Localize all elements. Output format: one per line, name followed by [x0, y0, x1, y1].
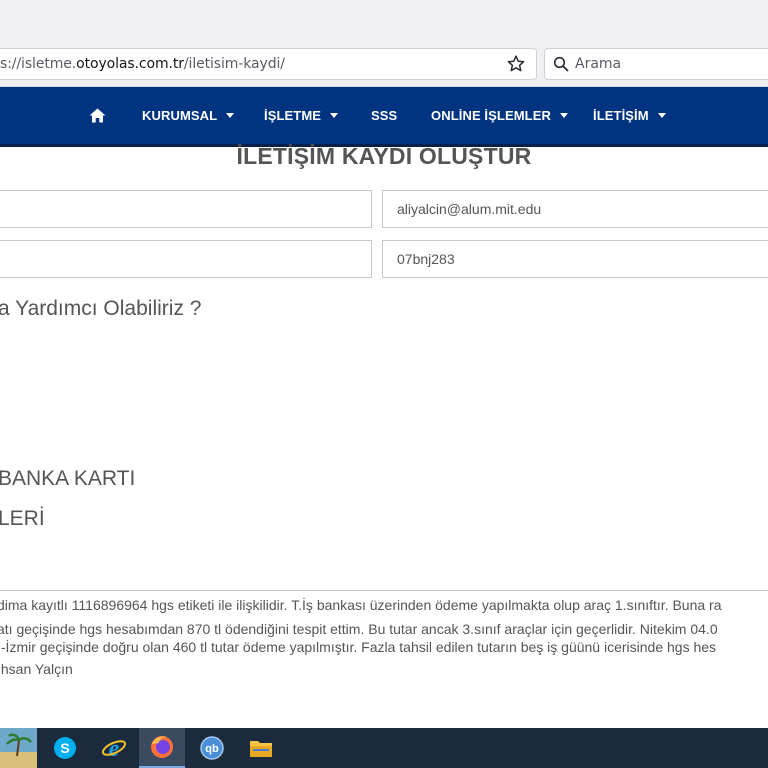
- bookmark-star-icon[interactable]: [506, 54, 526, 74]
- firefox-icon[interactable]: [139, 728, 185, 768]
- search-bar[interactable]: Arama: [544, 48, 768, 80]
- nav-iletisim[interactable]: İLETİŞİM: [593, 87, 666, 144]
- name-field[interactable]: [0, 190, 372, 228]
- nav-iletisim-label: İLETİŞİM: [593, 108, 649, 123]
- chevron-down-icon: [657, 113, 666, 118]
- message-line: atı geçişinde hgs hesabımdan 870 tl öden…: [0, 621, 718, 637]
- nav-online-islemler[interactable]: ONLİNE İŞLEMLER: [431, 87, 568, 144]
- qbittorrent-icon[interactable]: qb: [189, 728, 235, 768]
- option-leri[interactable]: LERİ: [0, 507, 45, 531]
- phone-field[interactable]: [0, 240, 372, 278]
- svg-text:e: e: [109, 736, 120, 761]
- url-text: s://isletme.otoyolas.com.tr/iletisim-kay…: [0, 56, 285, 72]
- chevron-down-icon: [226, 113, 235, 118]
- browser-toolbar: s://isletme.otoyolas.com.tr/iletisim-kay…: [0, 44, 768, 87]
- email-value: aliyalcin@alum.mit.edu: [397, 201, 542, 217]
- internet-explorer-icon[interactable]: e: [91, 728, 137, 768]
- search-icon: [553, 56, 569, 72]
- chevron-down-icon: [559, 113, 568, 118]
- start-wallpaper-icon[interactable]: [0, 728, 40, 768]
- nav-isletme[interactable]: İŞLETME: [264, 87, 339, 144]
- email-field[interactable]: aliyalcin@alum.mit.edu: [382, 190, 768, 228]
- chevron-down-icon: [330, 113, 339, 118]
- code-value: 07bnj283: [397, 251, 455, 267]
- nav-kurumsal-label: KURUMSAL: [142, 108, 218, 123]
- url-bar[interactable]: s://isletme.otoyolas.com.tr/iletisim-kay…: [0, 48, 537, 80]
- home-icon: [89, 108, 106, 123]
- nav-sss[interactable]: SSS: [371, 87, 397, 144]
- nav-kurumsal[interactable]: KURUMSAL: [142, 87, 235, 144]
- code-field[interactable]: 07bnj283: [382, 240, 768, 278]
- nav-online-islemler-label: ONLİNE İŞLEMLER: [431, 108, 551, 123]
- taskbar: S e qb: [0, 728, 768, 768]
- message-line: İhsan Yalçın: [0, 661, 73, 677]
- nav-home[interactable]: [89, 87, 106, 144]
- file-explorer-icon[interactable]: [238, 728, 284, 768]
- site-nav: KURUMSAL İŞLETME SSS ONLİNE İŞLEMLER İLE…: [0, 87, 768, 147]
- message-line: ı-İzmir geçişinde doğru olan 460 tl tuta…: [0, 639, 717, 655]
- help-question: a Yardımcı Olabiliriz ?: [0, 297, 202, 320]
- search-placeholder: Arama: [575, 56, 622, 72]
- nav-sss-label: SSS: [371, 108, 398, 123]
- message-line: dima kayıtlı 1116896964 hgs etiketi ile …: [0, 597, 722, 613]
- page-title: İLETİŞİM KAYDI OLUŞTUR: [236, 143, 532, 169]
- option-banka-karti[interactable]: BANKA KARTI: [0, 467, 135, 491]
- tab-strip: [0, 0, 768, 44]
- svg-text:qb: qb: [205, 743, 219, 755]
- skype-icon[interactable]: S: [42, 728, 88, 768]
- svg-text:S: S: [60, 740, 69, 756]
- nav-isletme-label: İŞLETME: [264, 108, 322, 123]
